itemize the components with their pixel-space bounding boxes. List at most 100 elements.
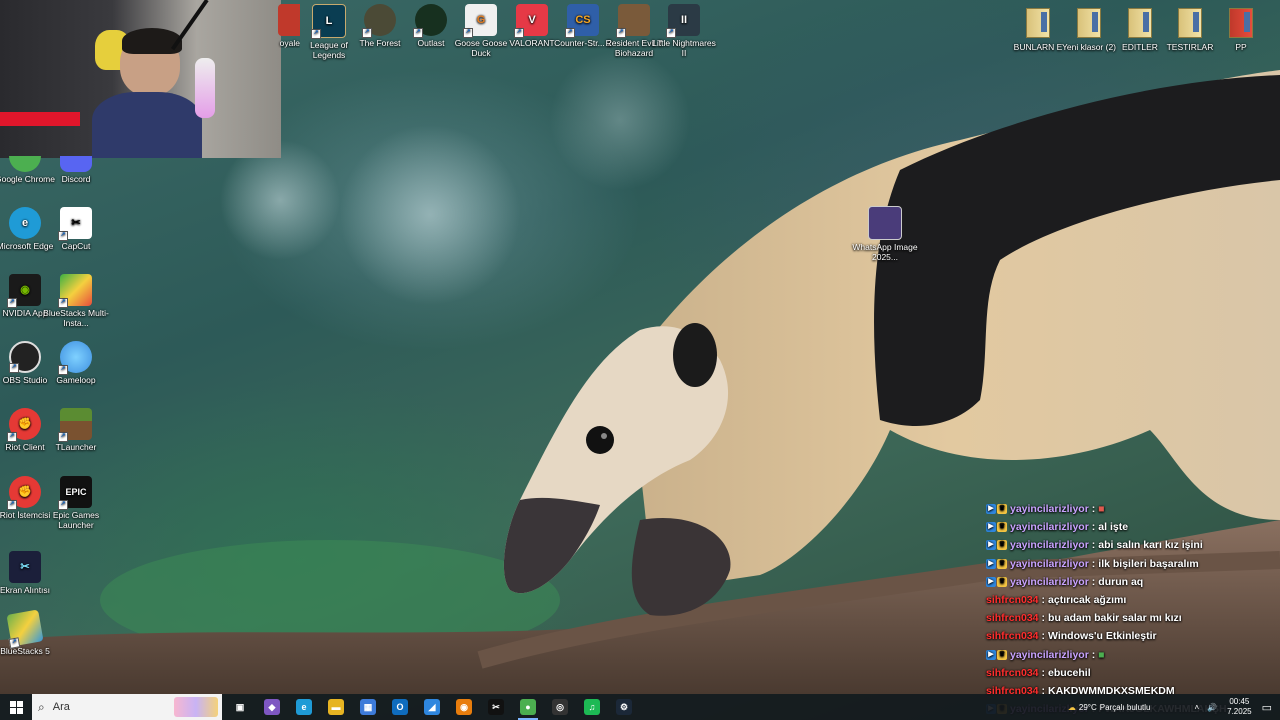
chat-message: ▶ ♛ yayincilarizliyor: ilk bişileri başaral… [986, 555, 1280, 573]
counter-strike-icon: CS ↗ [565, 4, 599, 38]
chat-separator: : [1041, 630, 1046, 643]
prime-badge-icon: ▶ [986, 522, 996, 533]
chat-separator: : [1091, 557, 1096, 570]
desktop-icon-bluestacks-5[interactable]: ↗ BlueStacks 5 [0, 609, 58, 656]
taskbar-app-button[interactable]: ◉ [448, 694, 480, 720]
desktop-icon-ekran-alintisi[interactable]: ✂ Ekran Alıntısı [0, 551, 58, 595]
taskbar-app-button[interactable]: ▦ [352, 694, 384, 720]
chat-username[interactable]: yayincilarizliyor [1010, 558, 1089, 570]
chat-separator: : [1091, 648, 1096, 661]
microphone [195, 58, 215, 118]
chat-separator: : [1041, 594, 1046, 607]
taskbar-app-button[interactable]: ● [512, 694, 544, 720]
taskbar-app-button[interactable]: ▣ [224, 694, 256, 720]
crown-badge-icon: ♛ [997, 558, 1007, 569]
chat-username[interactable]: sihfrcn034 [986, 667, 1039, 679]
chat-username[interactable]: sihfrcn034 [986, 630, 1039, 642]
taskbar-app-button[interactable]: ◢ [416, 694, 448, 720]
chrome-icon: ● [520, 699, 536, 715]
desktop-icon-discord[interactable]: Discord [43, 156, 109, 184]
taskbar-app-button[interactable]: ⚙ [608, 694, 640, 720]
chat-badges: ▶♛ [986, 540, 1007, 551]
file-explorer-icon: ▬ [328, 699, 344, 715]
desktop-icon-tlauncher[interactable]: ↗ TLauncher [43, 408, 109, 452]
chat-badges: ▶♛ [986, 522, 1007, 533]
discord-icon [60, 156, 92, 172]
desktop-icon-little-nightmares[interactable]: II ↗ Little Nightmares II [651, 4, 717, 58]
search-highlight-icon [174, 697, 218, 717]
desktop-icon-capcut[interactable]: ✂ ↗ CapCut [43, 207, 109, 251]
folder-icon [1128, 8, 1152, 38]
chat-separator: : [1091, 521, 1096, 534]
notification-icon[interactable]: ▭ [1262, 701, 1272, 714]
chat-text: durun aq [1098, 575, 1144, 588]
desktop-icon-clash-royale[interactable]: oyale [258, 4, 300, 48]
chat-message: sihfrcn034: ebucehil [986, 664, 1280, 682]
bluestacks-multi-icon: ↗ [58, 274, 92, 308]
crown-badge-icon: ♛ [997, 576, 1007, 587]
chat-message: ▶ ♛ yayincilarizliyor: al işte [986, 518, 1280, 536]
crown-badge-icon: ♛ [997, 522, 1007, 533]
taskbar-app-button[interactable]: ▬ [320, 694, 352, 720]
app-icon: ◢ [424, 699, 440, 715]
chat-badges: ▶♛ [986, 649, 1007, 660]
taskbar-app-button[interactable]: ♫ [576, 694, 608, 720]
riot-client-icon: ✊ ↗ [7, 408, 41, 442]
snipping-tool-icon: ✂ [9, 551, 41, 583]
tray-chevron-icon[interactable]: ˄ [1194, 703, 1199, 712]
chat-username[interactable]: yayincilarizliyor [1010, 521, 1089, 533]
chat-username[interactable]: yayincilarizliyor [1010, 576, 1089, 588]
folder-icon [1229, 8, 1253, 38]
chat-badges: ▶♛ [986, 558, 1007, 569]
emote-icon: ■ [1098, 503, 1105, 516]
system-tray: ☁ 29°C Parçalı bulutlu ˄ 🔊 00:45 7.2025 … [1068, 694, 1280, 720]
taskbar-app-list: ▣ ◆ e ▬ ▦ O ◢ ◉ ✂ ● ◎ ♫ ⚙ [224, 694, 640, 720]
chat-separator: : [1091, 503, 1096, 516]
taskbar: ⌕ Ara ▣ ◆ e ▬ ▦ O ◢ ◉ ✂ ● ◎ ♫ ⚙ ☁ 29°C Parçalı bulut… [0, 694, 1280, 720]
spotify-icon: ♫ [584, 699, 600, 715]
crown-badge-icon: ♛ [997, 540, 1007, 551]
gameloop-icon: ↗ [58, 341, 92, 375]
taskbar-app-button[interactable]: ✂ [480, 694, 512, 720]
chat-username[interactable]: yayincilarizliyor [1010, 503, 1089, 515]
mic-arm [170, 0, 209, 51]
taskbar-app-button[interactable]: ◆ [256, 694, 288, 720]
chat-username[interactable]: yayincilarizliyor [1010, 649, 1089, 661]
chat-message: ▶ ♛ yayincilarizliyor: ■ [986, 646, 1280, 664]
taskbar-app-button[interactable]: O [384, 694, 416, 720]
desktop-icon-gameloop[interactable]: ↗ Gameloop [43, 341, 109, 385]
chat-badges: ▶♛ [986, 504, 1007, 515]
chat-text: ilk bişileri başaralım [1098, 557, 1199, 570]
start-button[interactable] [0, 694, 32, 720]
chat-badges: ▶♛ [986, 576, 1007, 587]
folder-icon [1077, 8, 1101, 38]
red-led-strip [0, 112, 80, 126]
obs-icon: ◎ [552, 699, 568, 715]
weather-widget[interactable]: ☁ 29°C Parçalı bulutlu [1068, 703, 1151, 712]
taskbar-search-box[interactable]: ⌕ Ara [32, 694, 222, 720]
crown-badge-icon: ♛ [997, 504, 1007, 515]
obs-studio-icon: ↗ [9, 341, 41, 373]
chat-username[interactable]: yayincilarizliyor [1010, 539, 1089, 551]
webcam-overlay [0, 0, 281, 158]
windows-logo-icon [9, 700, 23, 714]
taskbar-app-button[interactable]: ◎ [544, 694, 576, 720]
goose-goose-duck-icon: G ↗ [463, 4, 497, 38]
search-placeholder: Ara [52, 701, 70, 713]
desktop-file-whatsapp-image[interactable]: WhatsApp Image 2025... [852, 206, 918, 262]
chat-text: al işte [1098, 521, 1129, 534]
folder-icon [1026, 8, 1050, 38]
taskbar-app-button[interactable]: e [288, 694, 320, 720]
volume-icon[interactable]: 🔊 [1207, 703, 1217, 712]
chat-text: açtırıcak ağzımı [1048, 594, 1127, 607]
crown-badge-icon: ♛ [997, 649, 1007, 660]
chat-username[interactable]: sihfrcn034 [986, 594, 1039, 606]
clock[interactable]: 00:45 7.2025 [1227, 697, 1251, 717]
chat-username[interactable]: sihfrcn034 [986, 612, 1039, 624]
image-file-icon [868, 206, 902, 240]
steam-icon: ⚙ [616, 699, 632, 715]
desktop-folder-pp[interactable]: PP [1208, 8, 1274, 52]
chat-separator: : [1091, 539, 1096, 552]
desktop-icon-bluestacks-multi[interactable]: ↗ BlueStacks Multi-Insta... [43, 274, 109, 328]
desktop-icon-epic-games[interactable]: EPIC ↗ Epic Games Launcher [43, 476, 109, 530]
